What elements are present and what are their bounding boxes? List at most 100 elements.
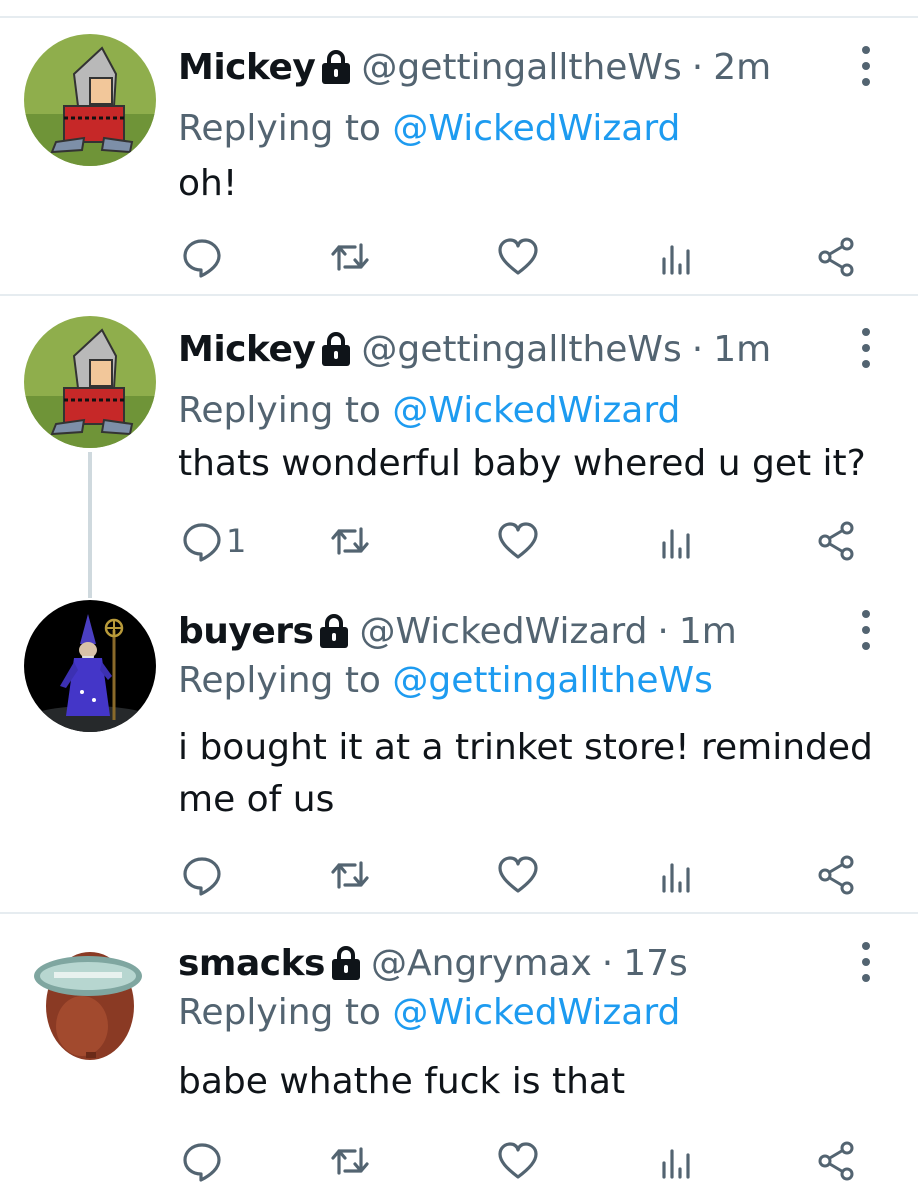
- lock-icon: [319, 613, 349, 649]
- replying-prefix: Replying to: [178, 390, 381, 431]
- divider: [0, 294, 918, 296]
- reply-icon: [180, 235, 224, 279]
- replying-to: Replying to @WickedWizard: [178, 390, 680, 431]
- tweet-text: thats wonderful baby whered u get it?: [178, 443, 866, 484]
- replying-prefix: Replying to: [178, 992, 381, 1033]
- reply-button[interactable]: [180, 1136, 226, 1186]
- separator-dot: ·: [657, 610, 669, 652]
- tweet-header: buyers @WickedWizard · 1m: [178, 606, 737, 656]
- tweet-text: babe whathe fuck is that: [178, 1061, 626, 1102]
- retweet-button[interactable]: [328, 516, 372, 566]
- reply-button[interactable]: 1: [180, 516, 246, 566]
- like-icon: [496, 519, 540, 563]
- replying-prefix: Replying to: [178, 660, 381, 701]
- retweet-icon: [328, 519, 372, 563]
- share-button[interactable]: [814, 850, 858, 900]
- display-name[interactable]: Mickey: [178, 329, 316, 370]
- tweet-text: oh!: [178, 163, 238, 204]
- reply-button[interactable]: [180, 850, 226, 900]
- like-icon: [496, 1139, 540, 1183]
- replying-to-link[interactable]: @WickedWizard: [392, 992, 680, 1033]
- like-icon: [496, 853, 540, 897]
- reply-icon: [180, 519, 224, 563]
- analytics-button[interactable]: [654, 850, 698, 900]
- like-button[interactable]: [496, 516, 540, 566]
- tweet-actions: [178, 232, 878, 282]
- timestamp[interactable]: 2m: [713, 47, 771, 88]
- analytics-button[interactable]: [654, 232, 698, 282]
- like-button[interactable]: [496, 850, 540, 900]
- share-icon: [814, 853, 858, 897]
- replying-prefix: Replying to: [178, 108, 381, 149]
- share-icon: [814, 1139, 858, 1183]
- separator-dot: ·: [691, 328, 704, 370]
- analytics-icon: [654, 853, 698, 897]
- timestamp[interactable]: 1m: [679, 611, 737, 652]
- analytics-button[interactable]: [654, 516, 698, 566]
- replying-to: Replying to @WickedWizard: [178, 992, 680, 1033]
- share-button[interactable]: [814, 1136, 858, 1186]
- more-options-icon[interactable]: [854, 942, 878, 982]
- wizard-avatar[interactable]: [24, 600, 156, 732]
- retweet-button[interactable]: [328, 1136, 372, 1186]
- tweet-actions: 1: [178, 516, 878, 566]
- tweet-header: smacks @Angrymax · 17s: [178, 938, 688, 988]
- like-icon: [496, 235, 540, 279]
- lock-icon: [321, 331, 351, 367]
- analytics-icon: [654, 1139, 698, 1183]
- retweet-icon: [328, 853, 372, 897]
- tweet[interactable]: smacks @Angrymax · 17s Replying to @Wick…: [0, 918, 918, 1199]
- retweet-button[interactable]: [328, 232, 372, 282]
- replying-to: Replying to @gettingalltheWs: [178, 660, 713, 701]
- tweet-actions: [178, 850, 878, 900]
- retweet-button[interactable]: [328, 850, 372, 900]
- display-name[interactable]: Mickey: [178, 47, 316, 88]
- analytics-icon: [654, 235, 698, 279]
- lock-icon: [321, 49, 351, 85]
- like-button[interactable]: [496, 1136, 540, 1186]
- handle[interactable]: @WickedWizard: [359, 611, 647, 652]
- reply-count: 1: [226, 522, 247, 560]
- handle[interactable]: @Angrymax: [371, 943, 592, 984]
- replying-to: Replying to @WickedWizard: [178, 108, 680, 149]
- timestamp[interactable]: 1m: [713, 329, 771, 370]
- tweet[interactable]: Mickey @gettingalltheWs · 2m Replying to…: [0, 18, 918, 294]
- more-options-icon[interactable]: [854, 610, 878, 650]
- analytics-button[interactable]: [654, 1136, 698, 1186]
- reply-button[interactable]: [180, 232, 226, 282]
- tweet[interactable]: Mickey @gettingalltheWs · 1m Replying to…: [0, 300, 918, 598]
- tweet-actions: [178, 1136, 878, 1186]
- replying-to-link[interactable]: @WickedWizard: [392, 108, 680, 149]
- retweet-icon: [328, 1139, 372, 1183]
- display-name[interactable]: buyers: [178, 611, 314, 652]
- retweet-icon: [328, 235, 372, 279]
- red-blob-avatar[interactable]: [24, 934, 156, 1066]
- knight-avatar[interactable]: [24, 34, 156, 166]
- tweet-text: i bought it at a trinket store! reminded…: [178, 727, 873, 820]
- lock-icon: [331, 945, 361, 981]
- separator-dot: ·: [601, 942, 614, 984]
- handle[interactable]: @gettingalltheWs: [361, 47, 681, 88]
- timestamp[interactable]: 17s: [623, 943, 688, 984]
- analytics-icon: [654, 519, 698, 563]
- divider: [0, 912, 918, 914]
- share-button[interactable]: [814, 232, 858, 282]
- knight-avatar[interactable]: [24, 316, 156, 448]
- replying-to-link[interactable]: @WickedWizard: [392, 390, 680, 431]
- share-icon: [814, 519, 858, 563]
- handle[interactable]: @gettingalltheWs: [361, 329, 681, 370]
- tweet-header: Mickey @gettingalltheWs · 1m: [178, 324, 771, 374]
- tweet[interactable]: buyers @WickedWizard · 1m Replying to @g…: [0, 578, 918, 912]
- tweet-feed: Mickey @gettingalltheWs · 2m Replying to…: [0, 0, 918, 1199]
- thread-connector: [88, 578, 92, 598]
- more-options-icon[interactable]: [854, 328, 878, 368]
- reply-icon: [180, 853, 224, 897]
- more-options-icon[interactable]: [854, 46, 878, 86]
- separator-dot: ·: [691, 46, 704, 88]
- like-button[interactable]: [496, 232, 540, 282]
- share-button[interactable]: [814, 516, 858, 566]
- tweet-header: Mickey @gettingalltheWs · 2m: [178, 42, 771, 92]
- reply-icon: [180, 1139, 224, 1183]
- replying-to-link[interactable]: @gettingalltheWs: [392, 660, 712, 701]
- display-name[interactable]: smacks: [178, 943, 325, 984]
